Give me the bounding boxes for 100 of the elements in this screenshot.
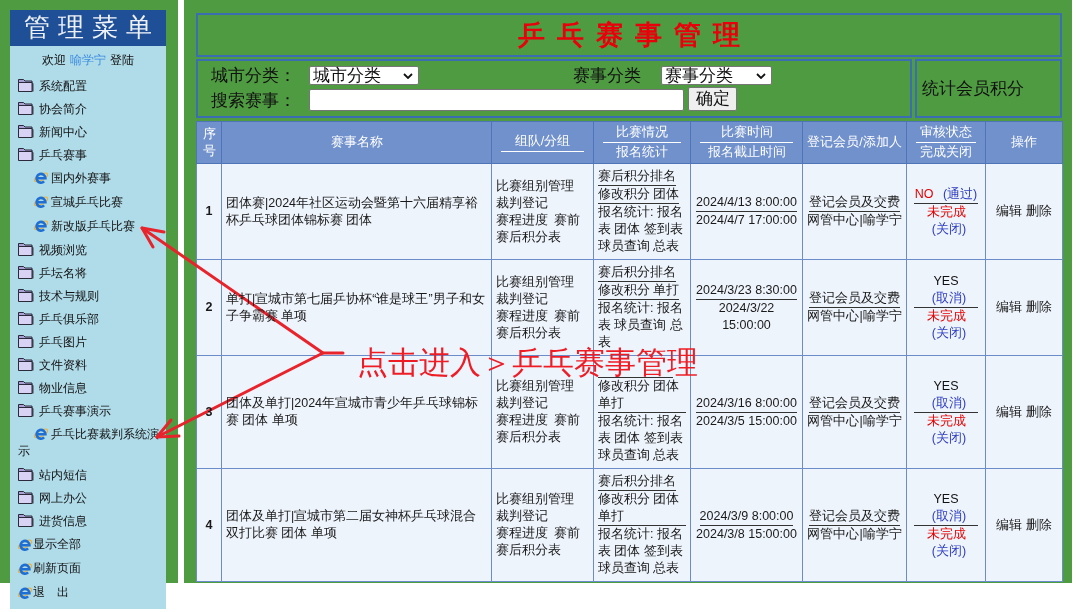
category-select[interactable]: 赛事分类 xyxy=(661,66,772,85)
row-number: 4 xyxy=(205,517,213,532)
edit-score-link[interactable]: 修改积分 xyxy=(598,379,650,393)
group-link[interactable]: 裁判登记 xyxy=(496,194,548,212)
completion-toggle-link[interactable]: (关闭) xyxy=(931,430,967,445)
signup-stats: 报名统计: 报名表 团体 签到表球员查询 总表 xyxy=(598,205,683,253)
folder-icon xyxy=(17,357,34,372)
column-subheader: 报名统计 xyxy=(616,145,668,159)
group-link[interactable]: 赛前 xyxy=(554,525,580,542)
menu-item[interactable]: 乒乓赛事 xyxy=(39,145,87,164)
menu-item[interactable]: 进货信息 xyxy=(39,511,87,530)
action-link[interactable]: 删除 xyxy=(1025,204,1052,218)
stats-link[interactable]: 统计会员积分 xyxy=(922,75,1024,102)
search-field[interactable] xyxy=(309,89,684,111)
group-link[interactable]: 比赛组别管理 xyxy=(496,177,574,195)
menu-item[interactable]: 乒乓图片 xyxy=(39,332,87,351)
column-header: 审核状态 xyxy=(920,125,972,139)
group-link[interactable]: 赛后积分表 xyxy=(496,542,561,559)
score-rank-link[interactable]: 赛后积分排名 xyxy=(598,473,676,491)
completion-status: 未完成 xyxy=(926,309,966,323)
match-type-link[interactable]: 团体 xyxy=(653,492,680,506)
action-link[interactable]: 删除 xyxy=(1025,300,1052,314)
city-select[interactable]: 城市分类 xyxy=(309,66,419,85)
audit-status: YES xyxy=(933,274,959,288)
menu-item[interactable]: 站内短信 xyxy=(39,465,87,484)
menu-item[interactable]: 文件资料 xyxy=(39,355,87,374)
letter-e-icon xyxy=(33,425,49,441)
chevron-down-icon xyxy=(403,72,413,79)
group-link[interactable]: 赛程进度 xyxy=(496,307,548,325)
audit-toggle-link[interactable]: (通过) xyxy=(942,186,978,201)
row-number: 3 xyxy=(205,404,213,419)
added-by: 网管中心|喻学宁 xyxy=(807,309,902,323)
group-link[interactable]: 裁判登记 xyxy=(496,395,548,412)
menu-item[interactable]: 宣城乒乓比赛 xyxy=(10,190,166,214)
folder-icon xyxy=(17,467,34,482)
group-link[interactable]: 赛程进度 xyxy=(496,211,548,229)
menu-item[interactable]: 乒坛名将 xyxy=(39,263,87,282)
audit-status: NO xyxy=(914,186,934,201)
action-link[interactable]: 删除 xyxy=(1025,404,1052,419)
group-link[interactable]: 比赛组别管理 xyxy=(496,273,574,291)
match-type-link[interactable]: 团体 xyxy=(653,379,680,393)
group-link[interactable]: 赛后积分表 xyxy=(496,324,561,342)
action-link[interactable]: 删除 xyxy=(1025,517,1052,532)
letter-e-icon xyxy=(33,217,49,233)
group-link[interactable]: 裁判登记 xyxy=(496,508,548,525)
member-link[interactable]: 登记会员及交费 xyxy=(809,194,900,212)
submit-button[interactable]: 确定 xyxy=(688,87,737,111)
match-type-link[interactable]: 单打 xyxy=(653,283,680,297)
group-link[interactable]: 比赛组别管理 xyxy=(496,378,574,395)
signup-stats: 报名统计: 报名表 团体 签到表球员查询 总表 xyxy=(598,414,683,462)
edit-score-link[interactable]: 修改积分 xyxy=(598,187,650,201)
group-link[interactable]: 赛前 xyxy=(554,211,580,229)
menu-item[interactable]: 新改版乒乓比赛 xyxy=(10,214,166,238)
action-link[interactable]: 编辑 xyxy=(996,204,1023,218)
menu-item[interactable]: 技术与规则 xyxy=(39,286,99,305)
match-type-link[interactable]: 单打 xyxy=(598,396,624,410)
deadline-time: 2024/3/8 15:00:00 xyxy=(696,526,797,541)
menu-item[interactable]: 新闻中心 xyxy=(39,122,87,141)
completion-toggle-link[interactable]: (关闭) xyxy=(931,221,967,236)
menu-item[interactable]: 网上办公 xyxy=(39,488,87,507)
folder-icon xyxy=(17,124,34,139)
action-link[interactable]: 编辑 xyxy=(996,300,1023,314)
match-time: 2024/4/13 8:00:00 xyxy=(696,194,797,212)
group-link[interactable]: 比赛组别管理 xyxy=(496,491,574,508)
chevron-down-icon xyxy=(756,72,766,79)
menu-item[interactable]: 刷新页面 xyxy=(33,559,81,577)
group-link[interactable]: 赛程进度 xyxy=(496,525,548,542)
menu-item[interactable]: 视频浏览 xyxy=(39,240,87,259)
score-rank-link[interactable]: 赛后积分排名 xyxy=(598,264,676,282)
group-link[interactable]: 赛后积分表 xyxy=(496,429,561,446)
menu-item[interactable]: 显示全部 xyxy=(33,535,81,553)
group-link[interactable]: 裁判登记 xyxy=(496,290,548,308)
group-link[interactable]: 赛后积分表 xyxy=(496,228,561,246)
edit-score-link[interactable]: 修改积分 xyxy=(598,492,650,506)
action-link[interactable]: 编辑 xyxy=(996,517,1023,532)
edit-score-link[interactable]: 修改积分 xyxy=(598,283,650,297)
completion-toggle-link[interactable]: (关闭) xyxy=(931,543,967,558)
menu-item[interactable]: 物业信息 xyxy=(39,378,87,397)
login-text: 登陆 xyxy=(110,52,134,69)
audit-toggle-link[interactable]: (取消) xyxy=(931,291,967,305)
match-type-link[interactable]: 团体 xyxy=(653,187,680,201)
menu-item[interactable]: 乒乓赛事演示 xyxy=(39,401,111,420)
menu-item[interactable]: 系统配置 xyxy=(39,76,87,95)
action-link[interactable]: 编辑 xyxy=(996,404,1023,419)
audit-toggle-link[interactable]: (取消) xyxy=(931,508,967,523)
menu-item[interactable]: 乒乓俱乐部 xyxy=(39,309,99,328)
score-rank-link[interactable]: 赛后积分排名 xyxy=(598,168,676,186)
audit-status: YES xyxy=(933,378,959,393)
completion-toggle-link[interactable]: (关闭) xyxy=(931,326,967,340)
group-link[interactable]: 赛前 xyxy=(554,307,580,325)
member-link[interactable]: 登记会员及交费 xyxy=(809,507,900,526)
menu-item[interactable]: 国内外赛事 xyxy=(10,166,166,190)
group-link[interactable]: 赛程进度 xyxy=(496,412,548,429)
member-link[interactable]: 登记会员及交费 xyxy=(809,394,900,413)
member-link[interactable]: 登记会员及交费 xyxy=(809,290,900,308)
group-link[interactable]: 赛前 xyxy=(554,412,580,429)
audit-toggle-link[interactable]: (取消) xyxy=(931,395,967,410)
menu-item[interactable]: 协会简介 xyxy=(39,99,87,118)
match-type-link[interactable]: 单打 xyxy=(598,509,624,523)
menu-item[interactable]: 退 出 xyxy=(33,583,69,601)
